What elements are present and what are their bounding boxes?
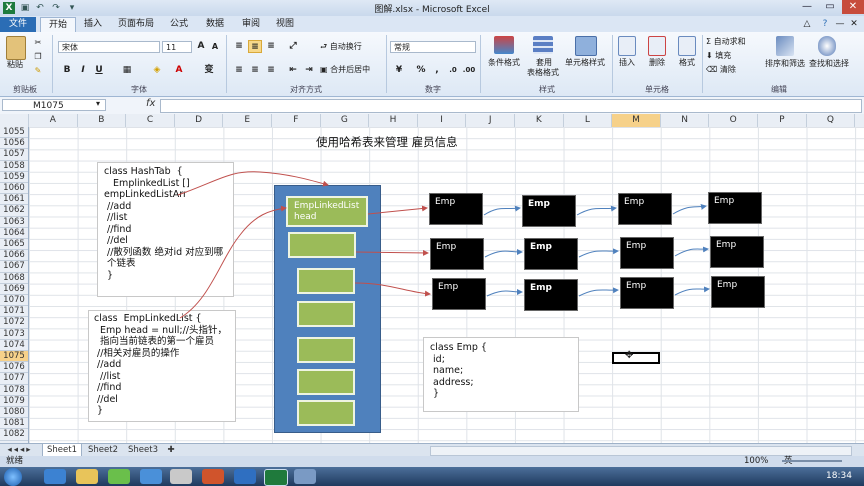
taskbar-word-icon[interactable] bbox=[234, 469, 256, 484]
arrow-slot-to-emp bbox=[355, 249, 429, 256]
taskbar: 18:34 bbox=[0, 467, 864, 486]
horizontal-scrollbar[interactable] bbox=[430, 446, 852, 456]
arrow-hashtab-to-array bbox=[177, 171, 329, 196]
arrow-emp-next bbox=[674, 246, 709, 257]
sheet-tab-3[interactable]: Sheet3 bbox=[124, 444, 162, 456]
insert-sheet-icon[interactable]: ✚ bbox=[164, 444, 178, 456]
taskbar-chrome-icon[interactable] bbox=[140, 469, 162, 484]
arrow-emp-next bbox=[672, 203, 707, 215]
arrow-head-to-emp bbox=[367, 205, 428, 215]
zoom-slider[interactable] bbox=[782, 460, 842, 462]
arrow-slot-to-emp bbox=[354, 282, 431, 297]
arrow-emp-next bbox=[576, 205, 617, 216]
sheet-nav-icon[interactable]: ◂◂◂▸ bbox=[2, 444, 38, 456]
arrow-emp-next bbox=[578, 287, 619, 297]
arrow-linkedlist-to-head bbox=[179, 205, 287, 319]
taskbar-ie-icon[interactable] bbox=[44, 469, 66, 484]
zoom-level[interactable]: 100% bbox=[744, 456, 768, 467]
diagram-connectors bbox=[177, 171, 710, 319]
taskbar-app-icon[interactable] bbox=[170, 469, 192, 484]
arrow-emp-next bbox=[578, 248, 619, 258]
sheet-tab-2[interactable]: Sheet2 bbox=[84, 444, 122, 456]
arrow-emp-next bbox=[483, 205, 521, 216]
taskbar-app-icon[interactable] bbox=[294, 469, 316, 484]
taskbar-excel-icon[interactable] bbox=[264, 469, 288, 486]
arrow-emp-next bbox=[674, 286, 710, 296]
taskbar-explorer-icon[interactable] bbox=[76, 469, 98, 484]
start-button[interactable] bbox=[4, 468, 22, 486]
status-ready: 就绪 bbox=[6, 456, 24, 466]
arrow-emp-next bbox=[484, 248, 523, 258]
taskbar-powerpoint-icon[interactable] bbox=[202, 469, 224, 484]
arrow-emp-next bbox=[486, 288, 523, 297]
sheet-tab-bar: ◂◂◂▸ Sheet1 Sheet2 Sheet3 ✚ bbox=[0, 443, 864, 457]
status-bar: 就绪 英 100% bbox=[0, 456, 864, 467]
taskbar-clock: 18:34 bbox=[826, 471, 852, 481]
taskbar-media-icon[interactable] bbox=[108, 469, 130, 484]
